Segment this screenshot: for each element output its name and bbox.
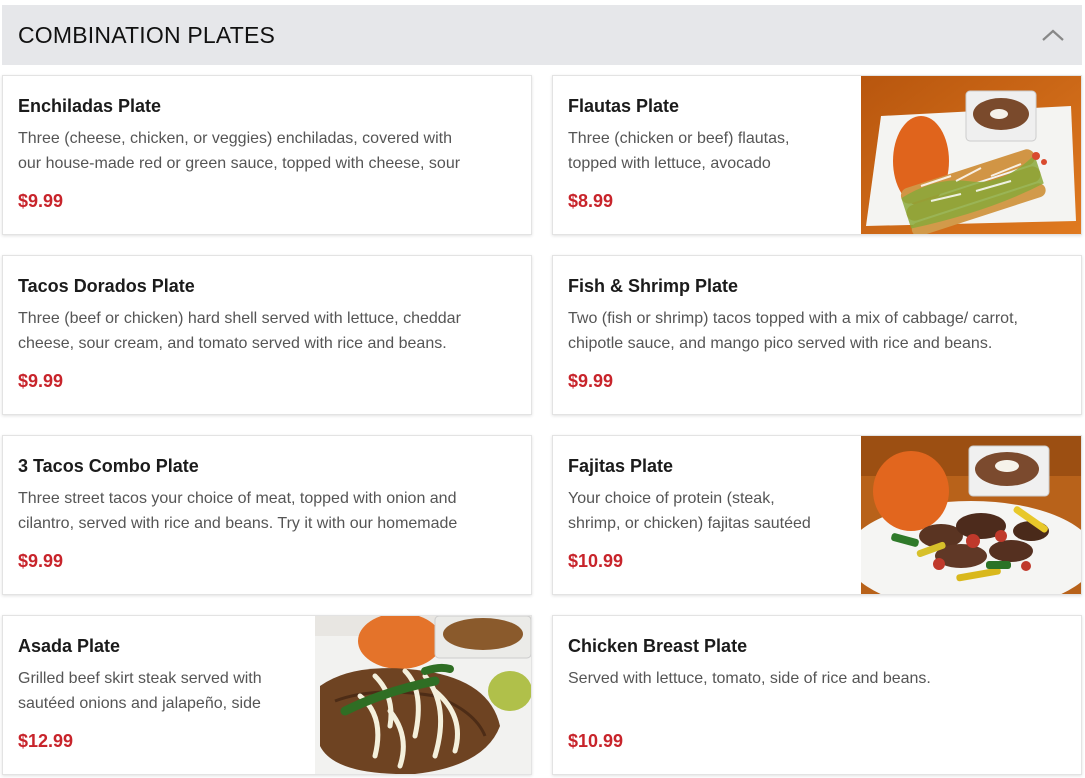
item-description: Three street tacos your choice of meat, … (18, 490, 458, 532)
menu-item-card[interactable]: Tacos Dorados Plate Three (beef or chick… (2, 255, 532, 415)
item-name: 3 Tacos Combo Plate (18, 456, 199, 476)
item-price: $9.99 (18, 371, 64, 391)
item-name: Flautas Plate (568, 96, 680, 116)
item-description: Served with lettuce, tomato, side of ric… (568, 670, 931, 687)
asada-photo (315, 616, 531, 774)
item-price: $8.99 (568, 191, 614, 211)
item-description: Two (fish or shrimp) tacos topped with a… (568, 310, 1018, 352)
item-price: $10.99 (568, 731, 624, 751)
item-description: Three (beef or chicken) hard shell serve… (18, 310, 461, 352)
item-name: Fajitas Plate (568, 456, 674, 476)
menu-item-card[interactable]: Enchiladas Plate Three (cheese, chicken,… (2, 75, 532, 235)
menu-item-card[interactable]: 3 Tacos Combo Plate Three street tacos y… (2, 435, 532, 595)
item-description: Your choice of protein (steak, shrimp, or… (568, 490, 811, 532)
section-header[interactable]: COMBINATION PLATES (2, 5, 1082, 65)
item-description: Three (cheese, chicken, or veggies) ench… (18, 130, 461, 172)
menu-item-card[interactable]: Fish & Shrimp Plate Two (fish or shrimp)… (552, 255, 1082, 415)
item-price: $12.99 (18, 731, 74, 751)
item-name: Chicken Breast Plate (568, 636, 748, 656)
item-price: $10.99 (568, 551, 624, 571)
item-price: $9.99 (568, 371, 614, 391)
menu-item-card[interactable]: Fajitas Plate Your choice of protein (st… (552, 435, 1082, 595)
menu-item-card[interactable]: Flautas Plate Three (chicken or beef) fl… (552, 75, 1082, 235)
menu-item-card[interactable]: Chicken Breast Plate Served with lettuce… (552, 615, 1082, 775)
flautas-photo (861, 76, 1081, 234)
item-description: Grilled beef skirt steak served with saut… (18, 670, 262, 712)
menu-item-card[interactable]: Asada Plate Grilled beef skirt steak ser… (2, 615, 532, 775)
section-title: COMBINATION PLATES (18, 21, 276, 48)
item-price: $9.99 (18, 191, 64, 211)
item-name: Asada Plate (18, 636, 121, 656)
item-name: Enchiladas Plate (18, 96, 162, 116)
chevron-up-icon[interactable] (1040, 22, 1066, 48)
item-description: Three (chicken or beef) flautas, topped w… (568, 130, 790, 172)
item-name: Tacos Dorados Plate (18, 276, 195, 296)
fajitas-photo (861, 436, 1081, 594)
item-name: Fish & Shrimp Plate (568, 276, 739, 296)
item-price: $9.99 (18, 551, 64, 571)
